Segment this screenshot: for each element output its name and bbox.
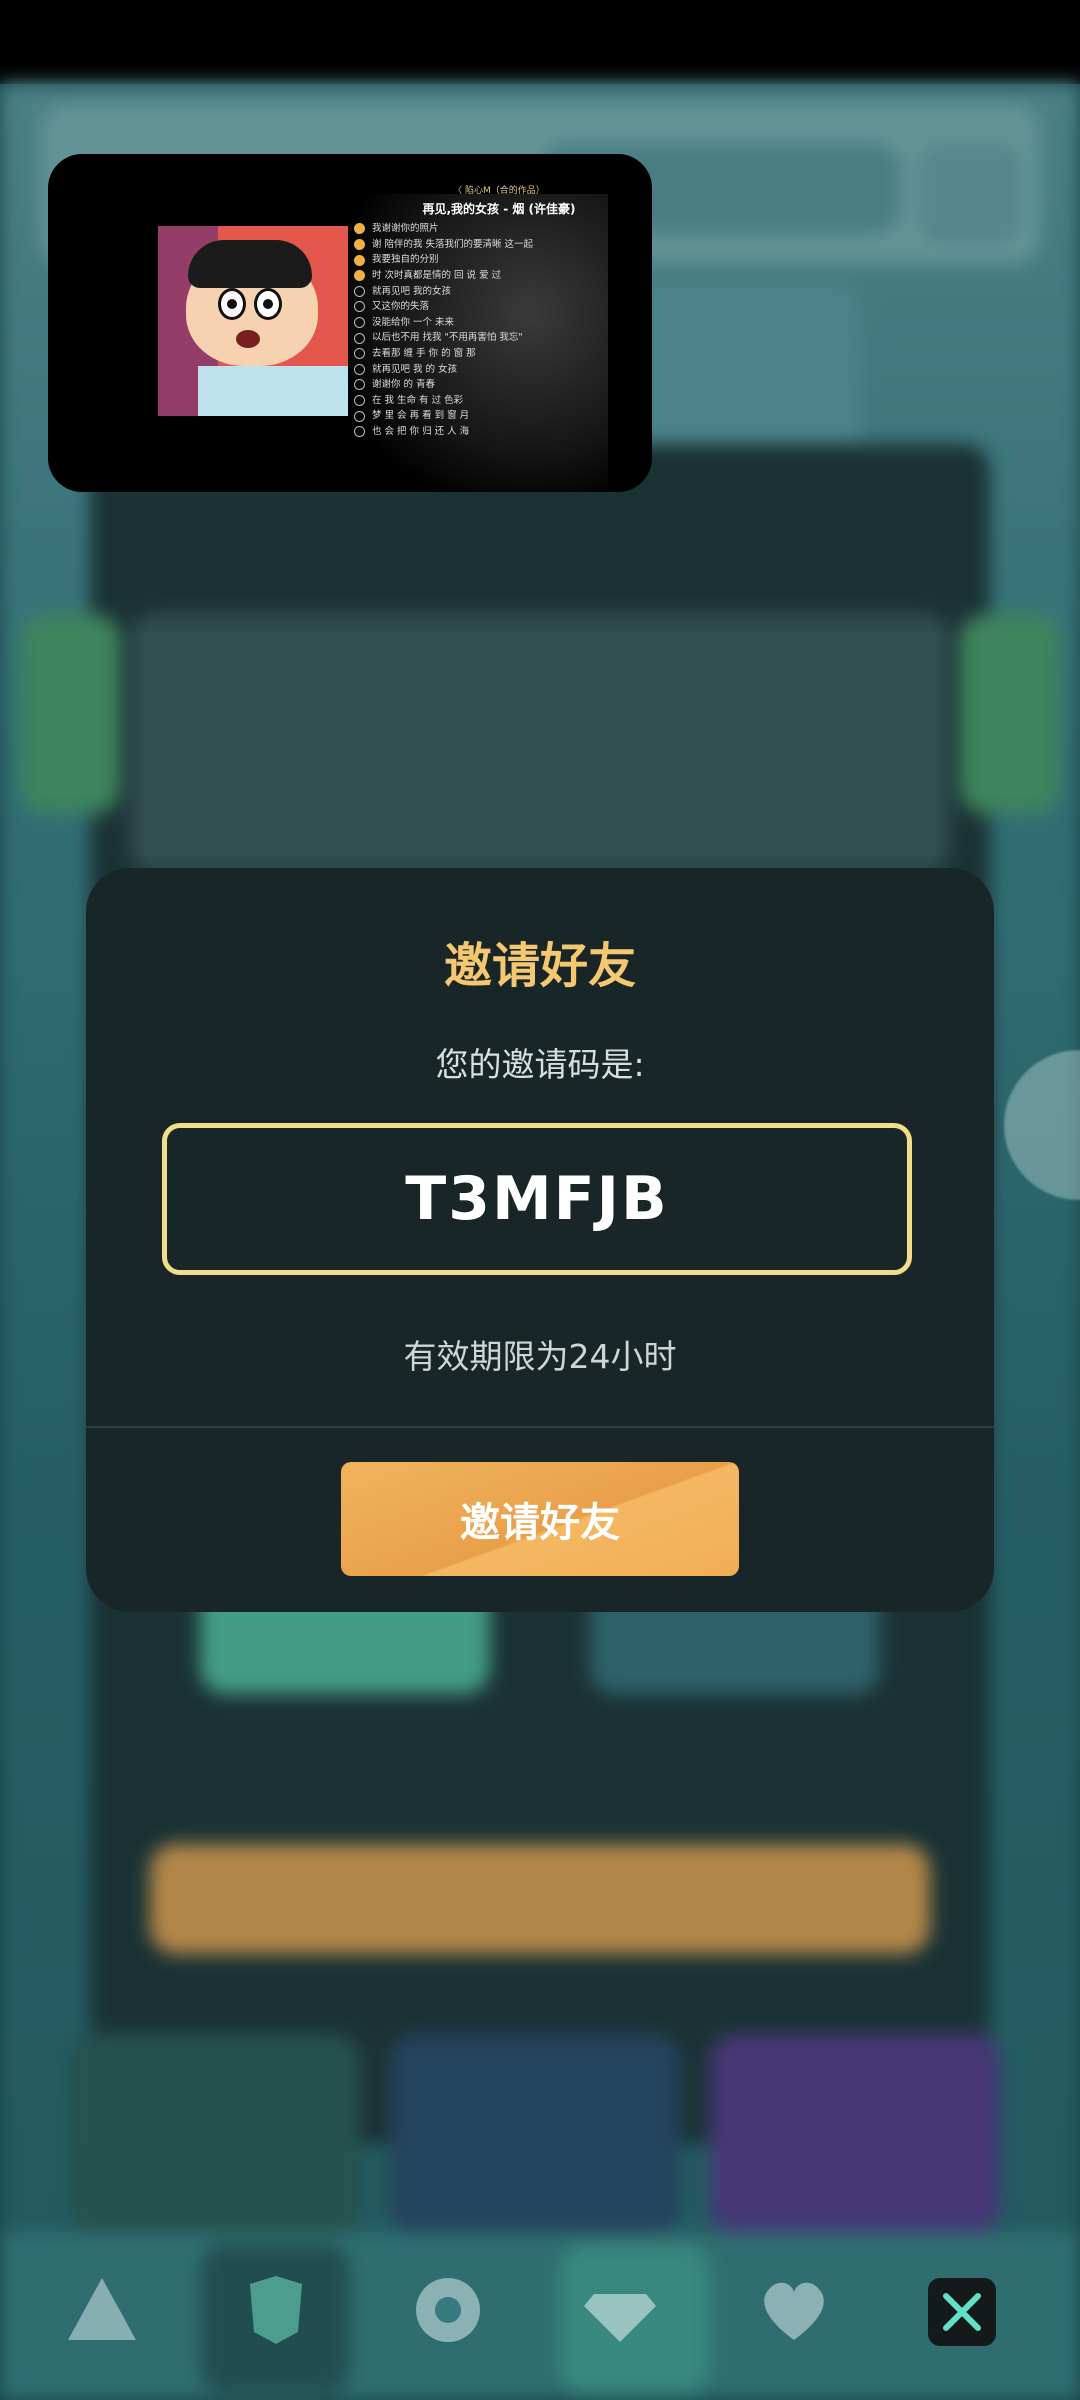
lyric-line: 就再见吧 我的女孩 (354, 284, 644, 300)
check-icon (354, 301, 365, 313)
mini-video-player[interactable]: 〈 陷心M（合的作品） 再见,我的女孩 - 烟 (许佳豪) 我谢谢你的照片谢 陪… (48, 154, 652, 492)
lyric-line: 在 我 生命 有 过 色彩 (354, 393, 644, 409)
cartoon-thumbnail (158, 226, 348, 416)
lyrics-panel: 〈 陷心M（合的作品） 再见,我的女孩 - 烟 (许佳豪) 我谢谢你的照片谢 陪… (354, 184, 644, 440)
gear-icon[interactable] (408, 2270, 488, 2350)
lyric-text: 我谢谢你的照片 (372, 223, 439, 235)
check-icon (354, 363, 365, 375)
lyric-text: 也 会 把 你 归 还 人 海 (372, 425, 470, 437)
invite-dialog: 邀请好友 您的邀请码是: T3MFJB 有效期限为24小时 邀请好友 (86, 868, 994, 1612)
check-icon (354, 317, 365, 329)
badge-icon[interactable] (236, 2270, 316, 2350)
lyric-line: 谢 陪伴的我 失落我们的要清晰 这一起 (354, 237, 644, 253)
bottom-nav (0, 2232, 1080, 2400)
lyric-line: 去看那 缠 手 你 的 窗 那 (354, 346, 644, 362)
validity-text: 有效期限为24小时 (403, 1337, 677, 1376)
invite-code-label: 您的邀请码是: (435, 1045, 645, 1084)
check-icon (354, 410, 365, 422)
dialog-title: 邀请好友 (443, 938, 636, 994)
lyric-line: 就再见吧 我 的 女孩 (354, 362, 644, 378)
lyric-line: 我要独自的分别 (354, 252, 644, 268)
lyrics-header: 〈 陷心M（合的作品） (453, 186, 545, 196)
lyric-text: 就再见吧 我的女孩 (372, 285, 452, 297)
lyric-text: 去看那 缠 手 你 的 窗 那 (372, 347, 476, 359)
lyric-text: 以后也不用 找我 "不用再害怕 我忘" (372, 332, 523, 344)
invite-code-box[interactable]: T3MFJB (162, 1123, 912, 1275)
lyric-line: 我谢谢你的照片 (354, 221, 644, 237)
lyric-line: 也 会 把 你 归 还 人 海 (354, 424, 644, 440)
triangle-icon[interactable] (62, 2270, 142, 2350)
check-icon (354, 348, 365, 360)
lyric-text: 在 我 生命 有 过 色彩 (372, 394, 464, 406)
diamond-icon[interactable] (580, 2270, 660, 2350)
lyric-text: 没能给你 一个 未来 (372, 316, 455, 328)
lyric-text: 我要独自的分别 (372, 254, 439, 266)
check-icon (354, 285, 365, 297)
invite-code: T3MFJB (405, 1164, 669, 1234)
divider (86, 1426, 994, 1428)
heart-icon[interactable] (754, 2270, 834, 2350)
lyric-text: 就再见吧 我 的 女孩 (372, 363, 458, 375)
lyric-line: 时 次时真都是情的 回 说 爱 过 (354, 268, 644, 284)
check-icon (354, 254, 365, 266)
song-title: 再见,我的女孩 - 烟 (许佳豪) (422, 201, 576, 216)
lyric-text: 时 次时真都是情的 回 说 爱 过 (372, 269, 502, 281)
lyric-text: 谢 陪伴的我 失落我们的要清晰 这一起 (372, 238, 534, 250)
check-icon (354, 239, 365, 251)
lyric-text: 梦 里 会 再 看 到 窗 月 (372, 410, 470, 422)
lyric-line: 没能给你 一个 未来 (354, 315, 644, 331)
check-icon (354, 223, 365, 235)
check-icon (354, 270, 365, 282)
lyric-line: 以后也不用 找我 "不用再害怕 我忘" (354, 330, 644, 346)
check-icon (354, 395, 365, 407)
check-icon (354, 426, 365, 438)
check-icon (354, 379, 365, 391)
invite-friends-button[interactable]: 邀请好友 (341, 1462, 739, 1576)
status-bar (0, 0, 1080, 84)
close-button[interactable] (928, 2278, 996, 2346)
close-icon (943, 2293, 981, 2331)
lyric-line: 梦 里 会 再 看 到 窗 月 (354, 408, 644, 424)
check-icon (354, 332, 365, 344)
lyric-line: 又这你的失落 (354, 299, 644, 315)
lyric-text: 又这你的失落 (372, 301, 430, 313)
lyric-line: 谢谢你 的 青春 (354, 377, 644, 393)
lyric-text: 谢谢你 的 青春 (372, 379, 436, 391)
